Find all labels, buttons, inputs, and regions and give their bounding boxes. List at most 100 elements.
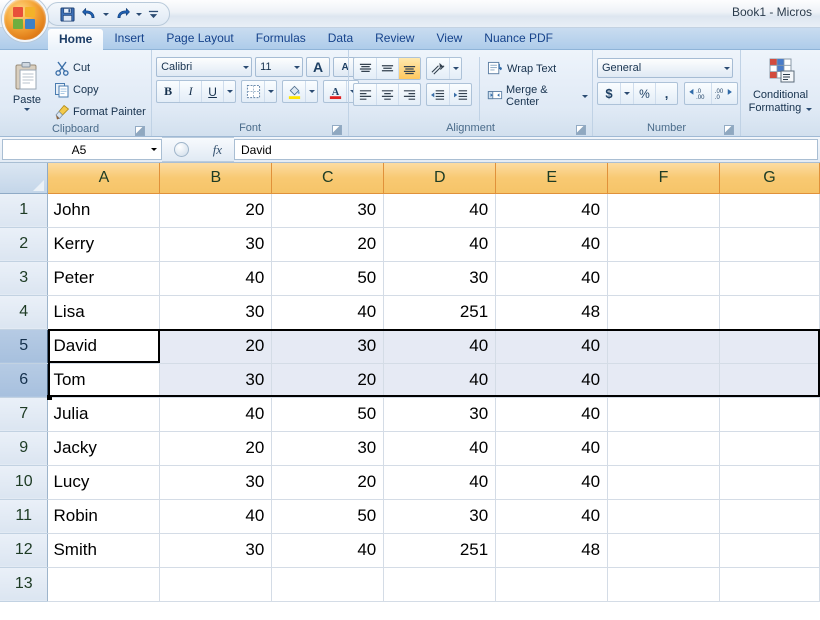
cell-C13[interactable] xyxy=(271,567,385,602)
cell-F4[interactable] xyxy=(607,295,721,330)
row-header-13[interactable]: 13 xyxy=(0,567,49,602)
increase-decimal-button[interactable]: .0 .00 xyxy=(685,83,711,104)
fx-icon[interactable]: fx xyxy=(213,142,222,158)
row-header-6[interactable]: 6 xyxy=(0,363,49,398)
font-size-chevron-down-icon[interactable] xyxy=(294,65,301,69)
cell-G2[interactable] xyxy=(719,227,820,262)
fill-color-dropdown-icon[interactable] xyxy=(305,81,317,102)
tab-view[interactable]: View xyxy=(425,28,473,49)
alignment-dialog-launcher[interactable] xyxy=(576,125,586,135)
tab-formulas[interactable]: Formulas xyxy=(245,28,317,49)
font-size-combo[interactable]: 11 xyxy=(255,57,304,77)
decrease-indent-button[interactable] xyxy=(427,84,449,105)
align-center-button[interactable] xyxy=(376,84,398,105)
underline-dropdown-icon[interactable] xyxy=(223,81,235,102)
clipboard-dialog-launcher[interactable] xyxy=(135,126,146,136)
row-header-7[interactable]: 7 xyxy=(0,397,49,432)
undo-icon[interactable] xyxy=(79,4,99,24)
cell-F12[interactable] xyxy=(607,533,721,568)
cell-B13[interactable] xyxy=(159,567,273,602)
underline-button[interactable]: U xyxy=(201,81,223,102)
cell-B4[interactable]: 30 xyxy=(159,295,273,330)
tab-page-layout[interactable]: Page Layout xyxy=(155,28,244,49)
cell-D10[interactable]: 40 xyxy=(383,465,497,500)
cell-G7[interactable] xyxy=(719,397,820,432)
orientation-button[interactable] xyxy=(427,58,449,79)
top-align-button[interactable] xyxy=(354,58,376,79)
accounting-dropdown-icon[interactable] xyxy=(620,83,633,104)
column-header-c[interactable]: C xyxy=(271,163,385,194)
tab-review[interactable]: Review xyxy=(364,28,425,49)
bold-button[interactable]: B xyxy=(157,81,179,102)
cell-C12[interactable]: 40 xyxy=(271,533,385,568)
cell-G11[interactable] xyxy=(719,499,820,534)
cell-C7[interactable]: 50 xyxy=(271,397,385,432)
insert-function-orb-icon[interactable] xyxy=(173,142,189,157)
middle-align-button[interactable] xyxy=(376,58,398,79)
cell-E3[interactable]: 40 xyxy=(495,261,609,296)
format-painter-button[interactable]: Format Painter xyxy=(54,102,146,122)
cell-G3[interactable] xyxy=(719,261,820,296)
column-header-b[interactable]: B xyxy=(159,163,273,194)
select-all-button[interactable] xyxy=(0,163,49,194)
cell-B9[interactable]: 20 xyxy=(159,431,273,466)
cell-E12[interactable]: 48 xyxy=(495,533,609,568)
cell-C2[interactable]: 20 xyxy=(271,227,385,262)
tab-insert[interactable]: Insert xyxy=(103,28,155,49)
cell-F2[interactable] xyxy=(607,227,721,262)
cell-D3[interactable]: 30 xyxy=(383,261,497,296)
column-header-d[interactable]: D xyxy=(383,163,497,194)
tab-data[interactable]: Data xyxy=(317,28,364,49)
cell-G12[interactable] xyxy=(719,533,820,568)
cell-D6[interactable]: 40 xyxy=(383,363,497,398)
cell-B11[interactable]: 40 xyxy=(159,499,273,534)
cell-A9[interactable]: Jacky xyxy=(47,431,161,466)
fill-color-button[interactable] xyxy=(283,81,305,102)
cell-E11[interactable]: 40 xyxy=(495,499,609,534)
cell-B10[interactable]: 30 xyxy=(159,465,273,500)
accounting-format-button[interactable]: $ xyxy=(598,83,620,104)
orientation-dropdown-icon[interactable] xyxy=(449,58,461,79)
row-header-4[interactable]: 4 xyxy=(0,295,49,330)
cell-G10[interactable] xyxy=(719,465,820,500)
row-header-9[interactable]: 9 xyxy=(0,431,49,466)
number-format-combo[interactable]: General xyxy=(597,58,733,78)
font-name-combo[interactable]: Calibri xyxy=(156,57,253,77)
cell-G9[interactable] xyxy=(719,431,820,466)
cell-D13[interactable] xyxy=(383,567,497,602)
tab-nuance-pdf[interactable]: Nuance PDF xyxy=(473,28,564,49)
cell-A3[interactable]: Peter xyxy=(47,261,161,296)
redo-dropdown-icon[interactable] xyxy=(134,4,143,24)
cell-B5[interactable]: 20 xyxy=(159,329,273,364)
cell-E2[interactable]: 40 xyxy=(495,227,609,262)
tab-home[interactable]: Home xyxy=(48,29,104,50)
cell-F7[interactable] xyxy=(607,397,721,432)
save-icon[interactable] xyxy=(57,4,77,24)
borders-dropdown-icon[interactable] xyxy=(264,81,276,102)
number-format-chevron-down-icon[interactable] xyxy=(724,66,730,70)
undo-dropdown-icon[interactable] xyxy=(101,4,110,24)
cell-F5[interactable] xyxy=(607,329,721,364)
name-box-chevron-down-icon[interactable] xyxy=(151,148,157,151)
cell-D1[interactable]: 40 xyxy=(383,193,497,228)
column-header-g[interactable]: G xyxy=(719,163,820,194)
cell-E4[interactable]: 48 xyxy=(495,295,609,330)
merge-center-button[interactable]: Merge & Center xyxy=(487,84,588,108)
cell-A4[interactable]: Lisa xyxy=(47,295,161,330)
grow-font-button[interactable]: A xyxy=(306,57,331,77)
bottom-align-button[interactable] xyxy=(398,58,421,79)
cell-G13[interactable] xyxy=(719,567,820,602)
cell-F13[interactable] xyxy=(607,567,721,602)
conditional-formatting-dropdown-icon[interactable] xyxy=(806,108,813,111)
cell-C5[interactable]: 30 xyxy=(271,329,385,364)
merge-center-dropdown-icon[interactable] xyxy=(582,94,588,98)
fill-handle[interactable] xyxy=(46,395,52,400)
cell-A11[interactable]: Robin xyxy=(47,499,161,534)
conditional-formatting-button[interactable]: Conditional Formatting xyxy=(745,56,816,114)
cell-C10[interactable]: 20 xyxy=(271,465,385,500)
formula-input[interactable]: David xyxy=(234,139,818,160)
cell-B1[interactable]: 20 xyxy=(159,193,273,228)
row-header-12[interactable]: 12 xyxy=(0,533,49,568)
cell-A13[interactable] xyxy=(47,567,161,602)
cell-E6[interactable]: 40 xyxy=(495,363,609,398)
